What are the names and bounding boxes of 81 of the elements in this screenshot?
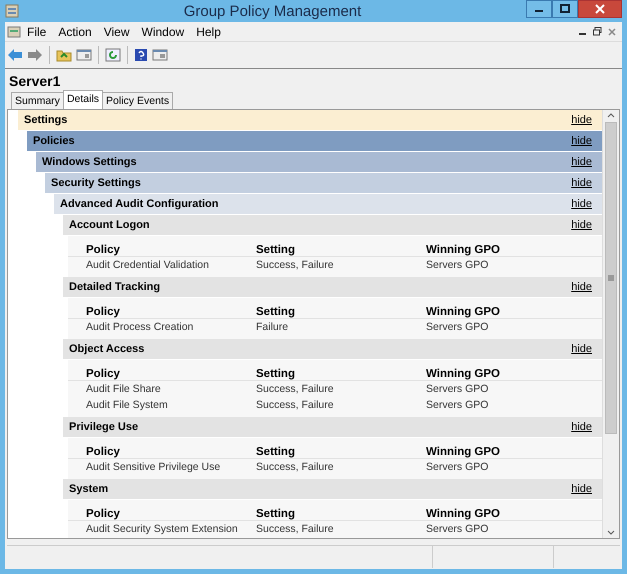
hide-link[interactable]: hide	[571, 483, 592, 495]
hide-link[interactable]: hide	[571, 198, 592, 210]
forward-icon[interactable]	[27, 48, 43, 62]
column-header: Winning GPO	[426, 446, 501, 458]
section-title: Security Settings	[51, 177, 141, 189]
grip-icon	[607, 275, 615, 281]
table-cell-text: Failure	[256, 321, 290, 333]
section-title: Object Access	[69, 343, 144, 355]
section-title: Advanced Audit Configuration	[60, 198, 218, 210]
column-header: Policy	[86, 244, 121, 256]
column-header: Policy	[86, 306, 121, 318]
refresh-icon[interactable]	[105, 48, 121, 62]
table-cell-text: Servers GPO	[426, 383, 490, 395]
window-title: Group Policy Management	[182, 2, 362, 20]
column-header: Policy	[86, 508, 121, 520]
close-icon	[595, 4, 605, 14]
column-header: Winning GPO	[426, 244, 501, 256]
maximize-icon	[560, 4, 570, 14]
tab[interactable]: Summary	[11, 92, 64, 109]
column-header: Setting	[256, 244, 296, 256]
table-cell-text: Success, Failure	[256, 461, 335, 473]
table-cell-text: Audit Process Creation	[86, 321, 194, 333]
server-title: Server1	[8, 72, 62, 91]
maximize-button[interactable]	[552, 0, 578, 18]
table-cell-text: Success, Failure	[256, 259, 335, 271]
close-icon[interactable]	[608, 28, 616, 36]
section-title: Windows Settings	[42, 156, 137, 168]
folder-icon[interactable]	[56, 48, 72, 62]
section-title: Detailed Tracking	[69, 281, 160, 293]
table-cell-text: Servers GPO	[426, 259, 490, 271]
hide-link[interactable]: hide	[571, 219, 592, 231]
column-header: Setting	[256, 306, 296, 318]
table-cell-text: Audit File Share	[86, 383, 162, 395]
hide-link[interactable]: hide	[571, 281, 592, 293]
tab[interactable]: Policy Events	[102, 92, 174, 109]
restore-icon[interactable]	[593, 27, 602, 36]
menu-item[interactable]: Action	[52, 24, 98, 38]
menu-item[interactable]: Window	[136, 24, 190, 38]
scrollbar[interactable]	[602, 110, 619, 538]
column-header: Policy	[86, 368, 121, 380]
column-header: Winning GPO	[426, 508, 501, 520]
close-button[interactable]	[578, 0, 622, 18]
app-icon	[5, 4, 19, 18]
menu-item[interactable]: File	[21, 24, 52, 38]
table-cell-text: Servers GPO	[426, 523, 490, 535]
hide-link[interactable]: hide	[571, 114, 592, 126]
column-header: Setting	[256, 368, 296, 380]
hide-link[interactable]: hide	[571, 156, 592, 168]
table-cell-text: Success, Failure	[256, 523, 335, 535]
table-cell-text: Audit Sensitive Privilege Use	[86, 461, 222, 473]
section-title: Settings	[24, 114, 68, 126]
back-icon[interactable]	[7, 48, 23, 62]
column-header: Setting	[256, 508, 296, 520]
panel-icon[interactable]	[76, 48, 92, 62]
table-cell-text: Servers GPO	[426, 321, 490, 333]
hide-link[interactable]: hide	[571, 135, 592, 147]
help-icon[interactable]	[134, 48, 148, 62]
hide-link[interactable]: hide	[571, 343, 592, 355]
tab[interactable]: Details	[62, 90, 104, 109]
section-title: Privilege Use	[69, 421, 138, 433]
table-cell-text: Audit File System	[86, 399, 169, 411]
table-cell-text: Audit Security System Extension	[86, 523, 239, 535]
table-cell-text: Servers GPO	[426, 399, 490, 411]
section-title: Account Logon	[69, 219, 150, 231]
column-header: Winning GPO	[426, 368, 501, 380]
table-cell-text: Success, Failure	[256, 399, 335, 411]
panel-icon[interactable]	[152, 48, 168, 62]
minimize-button[interactable]	[526, 0, 552, 18]
table-cell-text: Success, Failure	[256, 383, 335, 395]
column-header: Winning GPO	[426, 306, 501, 318]
menu-item[interactable]: View	[98, 24, 136, 38]
console-icon	[7, 24, 21, 38]
hide-link[interactable]: hide	[571, 177, 592, 189]
column-header: Policy	[86, 446, 121, 458]
table-cell-text: Servers GPO	[426, 461, 490, 473]
section-title: System	[69, 483, 108, 495]
hide-link[interactable]: hide	[571, 421, 592, 433]
table-cell-text: Audit Credential Validation	[86, 259, 210, 271]
column-header: Setting	[256, 446, 296, 458]
menu-item[interactable]: Help	[190, 24, 227, 38]
section-title: Policies	[33, 135, 75, 147]
